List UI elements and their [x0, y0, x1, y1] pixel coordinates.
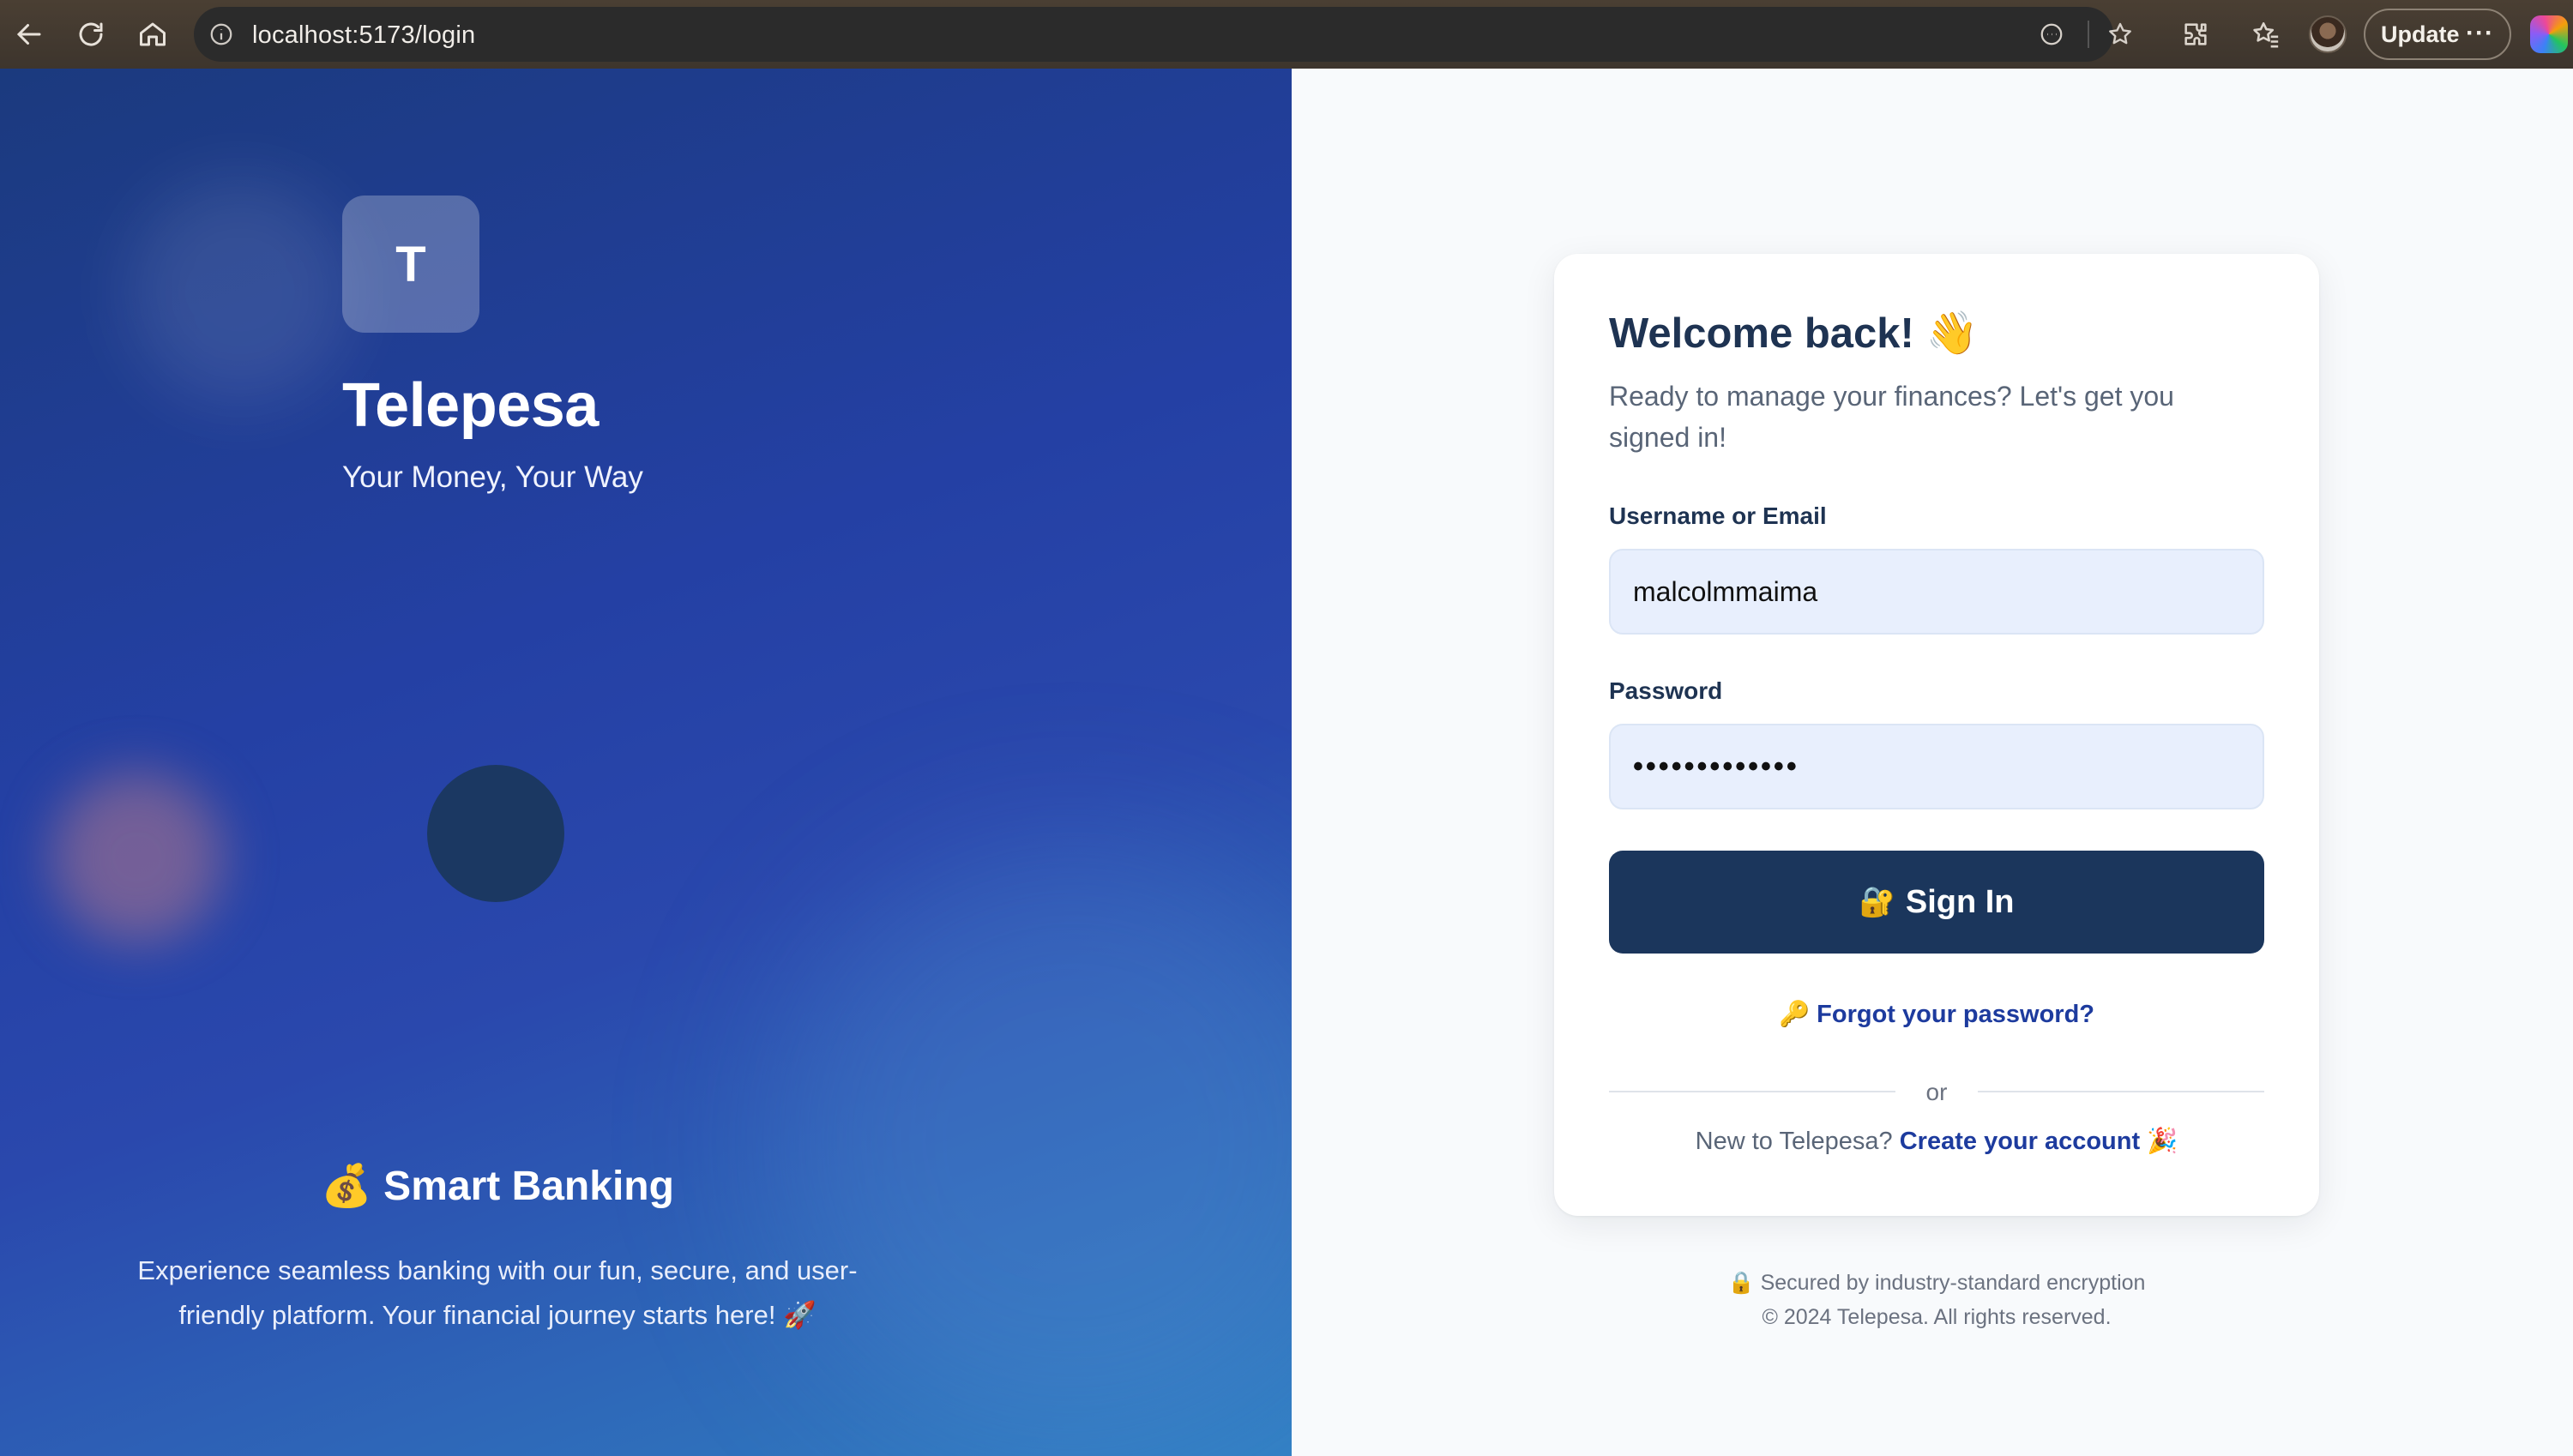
favorites-icon[interactable]: [2249, 17, 2283, 51]
sign-in-button[interactable]: 🔐 Sign In: [1609, 851, 2264, 954]
address-bar[interactable]: localhost:5173/login: [194, 7, 2131, 62]
decorative-circle: [427, 765, 564, 902]
url-text[interactable]: localhost:5173/login: [252, 21, 475, 50]
home-icon[interactable]: [136, 17, 170, 51]
password-input[interactable]: •••••••••••••: [1609, 724, 2264, 809]
password-label: Password: [1609, 677, 1723, 704]
security-note: 🔒 Secured by industry-standard encryptio…: [1727, 1271, 2146, 1295]
signup-prompt: New to Telepesa?: [1695, 1128, 1893, 1155]
feature-description: Experience seamless banking with our fun…: [137, 1255, 858, 1330]
username-value: malcolmmaima: [1633, 575, 1818, 607]
decorative-glow: [772, 840, 1292, 1441]
logo-letter: T: [395, 236, 426, 292]
update-button[interactable]: Update ···: [2364, 9, 2511, 60]
forgot-password-link[interactable]: Forgot your password?: [1817, 1001, 2094, 1028]
welcome-subtitle: Ready to manage your finances? Let's get…: [1609, 381, 2174, 453]
copyright-text: © 2024 Telepesa. All rights reserved.: [1762, 1305, 2112, 1329]
profile-avatar[interactable]: [2309, 15, 2347, 53]
decorative-blur-circle: [129, 180, 352, 403]
brand-tagline: Your Money, Your Way: [342, 460, 643, 494]
extensions-icon[interactable]: [2178, 17, 2213, 51]
back-icon[interactable]: [12, 17, 46, 51]
update-button-label: Update: [2381, 21, 2460, 47]
divider-text: or: [1925, 1079, 1948, 1105]
forgot-password-row: 🔑 Forgot your password?: [1554, 1000, 2319, 1029]
browser-toolbar: localhost:5173/login Update ···: [0, 0, 2573, 69]
brand-logo: T: [342, 196, 479, 333]
reload-icon[interactable]: [74, 17, 108, 51]
more-options-icon[interactable]: ···: [2466, 19, 2494, 48]
username-input[interactable]: malcolmmaima: [1609, 549, 2264, 635]
signup-row: New to Telepesa? Create your account 🎉: [1554, 1127, 2319, 1156]
login-card: Welcome back! 👋 Ready to manage your fin…: [1554, 254, 2319, 1216]
brand-name: Telepesa: [342, 371, 599, 440]
favorite-star-icon[interactable]: [2105, 19, 2136, 50]
party-icon: 🎉: [2147, 1128, 2178, 1155]
feature-title: 💰 Smart Banking: [321, 1164, 674, 1209]
hero-panel: T Telepesa Your Money, Your Way 💰 Smart …: [0, 69, 1292, 1456]
or-divider: or: [1609, 1079, 2264, 1105]
sign-in-label: Sign In: [1905, 883, 2015, 920]
reading-mode-icon[interactable]: [2036, 19, 2067, 50]
username-label: Username or Email: [1609, 502, 1827, 529]
address-separator: [2088, 21, 2089, 48]
welcome-title: Welcome back! 👋: [1609, 310, 1979, 357]
site-info-icon[interactable]: [206, 19, 237, 50]
create-account-link[interactable]: Create your account: [1900, 1128, 2140, 1155]
password-value: •••••••••••••: [1633, 749, 1799, 783]
divider-line: [1978, 1091, 2264, 1092]
key-icon: 🔑: [1778, 1001, 1811, 1028]
decorative-blur-circle: [51, 772, 223, 943]
lock-key-icon: 🔐: [1859, 886, 1895, 918]
copilot-icon[interactable]: [2530, 15, 2568, 53]
